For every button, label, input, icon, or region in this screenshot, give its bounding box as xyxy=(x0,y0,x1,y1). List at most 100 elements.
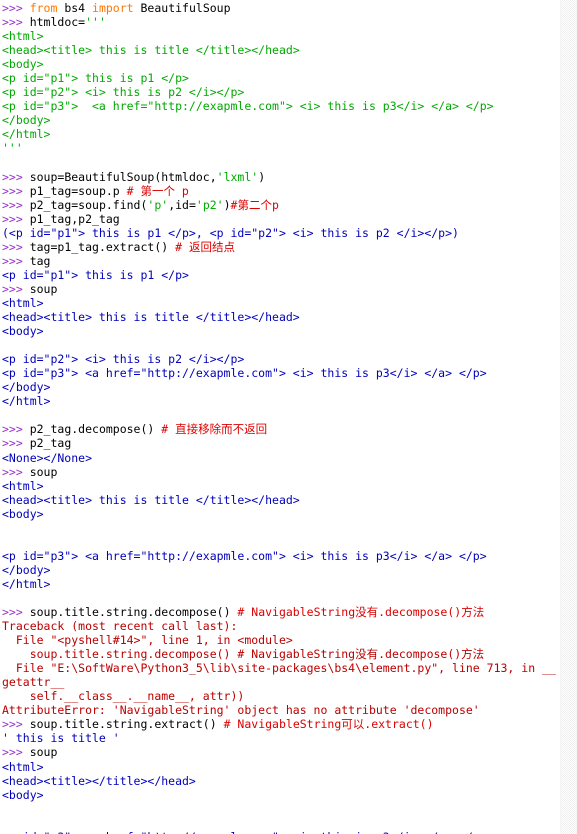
token-plain: ) xyxy=(258,169,266,184)
console-line-blank xyxy=(2,521,560,535)
token-prompt: >>> xyxy=(2,239,30,254)
console-line-output: </body> xyxy=(2,563,560,577)
token-prompt: >>> xyxy=(2,464,30,479)
token-out: </body> xyxy=(2,380,51,395)
token-out: <head><title> this is title </title></he… xyxy=(2,310,300,325)
token-prompt: >>> xyxy=(2,605,30,620)
console-line-output: ' this is title ' xyxy=(2,731,560,745)
token-str: 'p' xyxy=(147,197,169,212)
token-err: getattr__ xyxy=(2,675,65,690)
token-str: </html> xyxy=(2,127,51,142)
console-line-error: AttributeError: 'NavigableString' object… xyxy=(2,703,560,717)
console-line-input: <p id="p2"> <i> this is p2 </i></p> xyxy=(2,85,560,99)
token-out: <p id="p2"> <i> this is p2 </i></p> xyxy=(2,352,245,367)
console-line-input: ''' xyxy=(2,141,560,155)
console-line-output: <html> xyxy=(2,760,560,774)
console-line-input: >>> soup xyxy=(2,465,560,479)
token-out: <head><title></title></head> xyxy=(2,773,196,788)
token-out: <p id="p3"> <a href="http://exapmle.com"… xyxy=(2,830,487,834)
console-line-blank xyxy=(2,338,560,352)
console-text-area[interactable]: >>> from bs4 import BeautifulSoup >>> htm… xyxy=(0,0,560,834)
console-line-output: <None></None> xyxy=(2,451,560,465)
console-line-input: <body> xyxy=(2,57,560,71)
token-out: <p id="p3"> <a href="http://exapmle.com"… xyxy=(2,548,487,563)
idle-shell-window: >>> from bs4 import BeautifulSoup >>> htm… xyxy=(0,0,577,834)
token-plain: soup xyxy=(29,464,58,479)
token-cmt: # 第一个 p xyxy=(126,183,189,198)
token-out: ' this is title ' xyxy=(2,731,120,746)
console-line-input: >>> soup.title.string.extract() # Naviga… xyxy=(2,717,560,731)
console-line-output: <html> xyxy=(2,296,560,310)
token-str: ''' xyxy=(85,15,106,30)
token-prompt: >>> xyxy=(2,1,30,15)
token-prompt: >>> xyxy=(2,197,30,212)
token-plain: htmldoc= xyxy=(29,15,86,30)
token-cmt: # 返回结点 xyxy=(175,239,235,254)
token-out: <head><title> this is title </title></he… xyxy=(2,492,300,507)
console-line-error: soup.title.string.decompose() # Navigabl… xyxy=(2,647,560,661)
token-str: 'lxml' xyxy=(216,169,259,184)
token-err: soup.title.string.decompose() # Navigabl… xyxy=(2,647,485,662)
token-prompt: >>> xyxy=(2,169,30,184)
token-kw: import xyxy=(92,1,134,15)
token-plain: p2_tag=soup.find( xyxy=(29,197,148,212)
console-line-output: <p id="p3"> <a href="http://exapmle.com"… xyxy=(2,549,560,563)
token-plain: soup.title.string.decompose() xyxy=(29,605,238,620)
console-line-input: </body> xyxy=(2,113,560,127)
token-prompt: >>> xyxy=(2,183,30,198)
console-line-input: </html> xyxy=(2,127,560,141)
token-cmt: #第二个p xyxy=(230,197,279,212)
token-plain: tag xyxy=(29,253,51,268)
token-out: <body> xyxy=(2,324,44,339)
token-prompt: >>> xyxy=(2,281,30,296)
token-str: </body> xyxy=(2,113,51,128)
console-line-output: <body> xyxy=(2,788,560,802)
console-line-input: <p id="p1"> this is p1 </p> xyxy=(2,71,560,85)
vertical-scrollbar[interactable] xyxy=(560,0,577,834)
token-prompt: >>> xyxy=(2,717,30,732)
console-line-input: >>> p1_tag=soup.p # 第一个 p xyxy=(2,184,560,198)
token-out: <html> xyxy=(2,759,44,774)
token-plain: soup.title.string.extract() xyxy=(29,717,224,732)
token-plain: tag=p1_tag.extract() xyxy=(29,239,176,254)
console-line-output: <p id="p3"> <a href="http://exapmle.com"… xyxy=(2,830,560,834)
token-str: <head><title> this is title </title></he… xyxy=(2,43,300,58)
token-plain: p1_tag=soup.p xyxy=(29,183,127,198)
console-line-output: </html> xyxy=(2,394,560,408)
token-out: <html> xyxy=(2,295,44,310)
token-out: </body> xyxy=(2,562,51,577)
console-line-output: </body> xyxy=(2,380,560,394)
token-str: ''' xyxy=(2,141,23,156)
console-line-input: >>> p1_tag,p2_tag xyxy=(2,212,560,226)
token-str: <body> xyxy=(2,57,44,72)
console-line-input: >>> from bs4 import BeautifulSoup xyxy=(2,1,560,15)
console-line-input: >>> soup xyxy=(2,745,560,759)
console-line-input: <html> xyxy=(2,29,560,43)
console-line-blank xyxy=(2,408,560,422)
token-out: <body> xyxy=(2,787,44,802)
token-plain: p2_tag xyxy=(29,436,72,451)
token-err: self.__class__.__name__, attr)) xyxy=(2,689,245,704)
console-line-input: >>> tag=p1_tag.extract() # 返回结点 xyxy=(2,240,560,254)
console-line-output: <head><title> this is title </title></he… xyxy=(2,493,560,507)
console-line-input: >>> p2_tag xyxy=(2,436,560,450)
console-line-input: <head><title> this is title </title></he… xyxy=(2,43,560,57)
token-err: File "<pyshell#14>", line 1, in <module> xyxy=(2,633,293,648)
console-line-input: >>> soup=BeautifulSoup(htmldoc,'lxml') xyxy=(2,170,560,184)
console-line-blank xyxy=(2,156,560,170)
token-str: <p id="p2"> <i> this is p2 </i></p> xyxy=(2,85,245,100)
console-line-input: >>> tag xyxy=(2,254,560,268)
token-plain: BeautifulSoup xyxy=(133,1,231,15)
console-line-error: self.__class__.__name__, attr)) xyxy=(2,689,560,703)
token-prompt: >>> xyxy=(2,15,30,30)
token-str: <p id="p1"> this is p1 </p> xyxy=(2,71,189,86)
token-str: <p id="p3"> <a href="http://exapmle.com"… xyxy=(2,99,494,114)
console-line-output: <p id="p2"> <i> this is p2 </i></p> xyxy=(2,352,560,366)
token-kw: from xyxy=(29,1,58,15)
token-prompt: >>> xyxy=(2,422,30,437)
token-plain: p1_tag,p2_tag xyxy=(29,211,120,226)
token-out: <body> xyxy=(2,506,44,521)
token-prompt: >>> xyxy=(2,745,30,760)
token-plain: p2_tag.decompose() xyxy=(29,422,162,437)
token-err: File "E:\SoftWare\Python3_5\lib\site-pac… xyxy=(2,661,556,676)
